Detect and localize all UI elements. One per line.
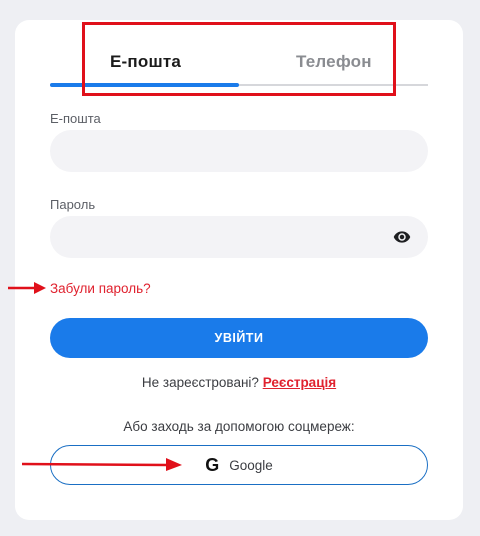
login-button[interactable]: УВІЙТИ <box>50 318 428 358</box>
register-prompt: Не зареєстровані? Реєстрація <box>0 375 478 390</box>
register-link[interactable]: Реєстрація <box>263 375 336 390</box>
arrow-icon <box>8 282 46 294</box>
password-label: Пароль <box>50 197 96 212</box>
annotation-highlight-box <box>82 22 396 96</box>
social-login-label: Або заходь за допомогою соцмереж: <box>123 419 355 434</box>
forgot-password-link[interactable]: Забули пароль? <box>50 281 151 296</box>
google-button-label: Google <box>229 457 273 473</box>
arrow-icon <box>22 458 182 471</box>
password-input[interactable] <box>50 216 428 258</box>
email-input[interactable] <box>50 130 428 172</box>
email-label: Е-пошта <box>50 111 101 126</box>
google-icon: G <box>205 454 220 475</box>
register-prompt-text: Не зареєстровані? <box>141 375 263 390</box>
eye-icon[interactable] <box>392 228 412 246</box>
